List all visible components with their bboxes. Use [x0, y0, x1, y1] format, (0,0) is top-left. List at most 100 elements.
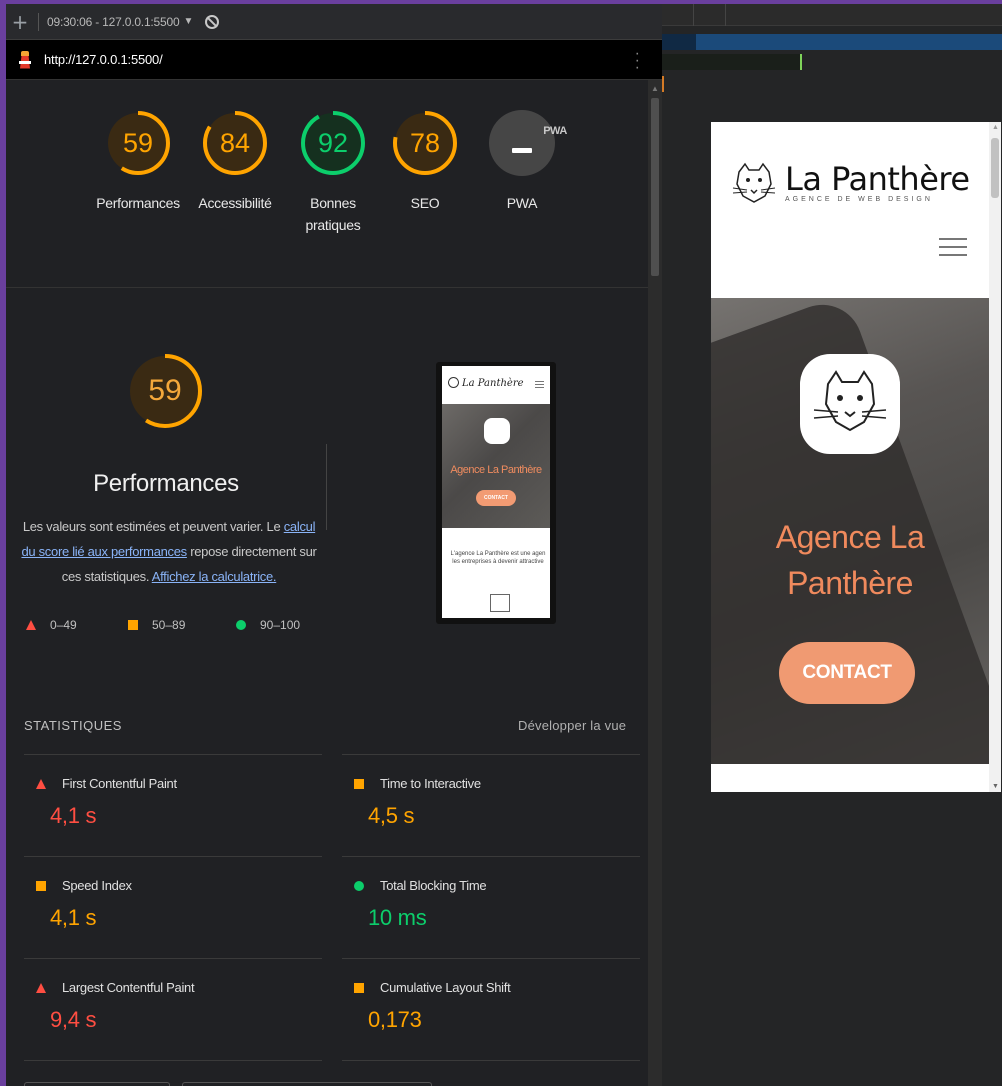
metric-speed-index: Speed Index 4,1 s	[24, 878, 324, 931]
timeline-marker	[662, 76, 664, 92]
expand-view-toggle[interactable]: Développer la vue	[518, 718, 626, 733]
metrics-heading: STATISTIQUES	[24, 718, 122, 733]
metric-name: Speed Index	[62, 878, 132, 893]
hero-title-line: Panthère	[787, 565, 913, 601]
metric-name: First Contentful Paint	[62, 776, 177, 791]
panther-logo-icon	[484, 418, 510, 444]
calculator-link[interactable]: Affichez la calculatrice.	[152, 569, 277, 584]
performance-gauge: 59	[126, 352, 204, 430]
performance-title: Performances	[93, 470, 239, 497]
metric-value: 10 ms	[368, 905, 427, 930]
metric-divider	[24, 754, 322, 755]
metric-value: 0,173	[368, 1007, 422, 1032]
site-tagline: AGENCE DE WEB DESIGN	[785, 196, 933, 203]
report-url-bar: http://127.0.0.1:5500/ · · ·	[6, 40, 662, 80]
gauge-label: Bonnes pratiques	[305, 195, 361, 233]
timeline-frame-bar	[662, 54, 802, 70]
menu-icon	[535, 381, 544, 388]
thumbnail-hero: Agence La Panthère CONTACT	[442, 404, 550, 528]
more-vert-icon[interactable]: · · ·	[635, 46, 640, 76]
performance-description: Les valeurs sont estimées et peuvent var…	[16, 514, 322, 589]
site-header: La Panthère AGENCE DE WEB DESIGN	[711, 122, 989, 298]
metric-tti: Time to Interactive 4,5 s	[342, 776, 642, 829]
legend-fail: 0–49	[26, 618, 77, 632]
metric-value: 4,1 s	[50, 905, 97, 930]
metric-divider	[24, 856, 322, 857]
clear-reports-icon[interactable]	[205, 14, 220, 29]
average-square-icon	[354, 982, 364, 993]
hero-logo	[800, 354, 900, 454]
report-url[interactable]: http://127.0.0.1:5500/	[44, 52, 163, 67]
gauge-ring: 92	[300, 110, 366, 176]
fail-triangle-icon	[36, 982, 46, 993]
metric-filter-buttons	[24, 1082, 432, 1086]
hero-title-line: Agence La	[775, 519, 925, 555]
metric-divider	[24, 1060, 322, 1061]
scrollbar-thumb[interactable]	[991, 138, 999, 198]
gauge-score: 92	[317, 128, 349, 158]
gauge-score: 84	[219, 128, 251, 158]
report-toolbar: + 09:30:06 - 127.0.0.1:5500 ▼	[6, 4, 662, 40]
thumbnail-contact-button: CONTACT	[476, 490, 516, 506]
metric-name: Largest Contentful Paint	[62, 980, 195, 995]
pass-circle-icon	[354, 880, 364, 891]
final-screenshot[interactable]: La Panthère Agence La Panthère CONTACT L…	[436, 362, 556, 624]
legend-pass: 90–100	[236, 618, 300, 632]
thumbnail-text-line: L'agence La Panthère est une agen	[450, 551, 546, 557]
filter-button[interactable]	[182, 1082, 432, 1086]
metric-value: 4,1 s	[50, 803, 97, 828]
pwa-badge-text: PWA	[543, 125, 567, 137]
gauge-label: PWA	[506, 195, 538, 211]
metric-value: 4,5 s	[368, 803, 415, 828]
pwa-dash-icon	[512, 148, 532, 153]
hamburger-menu-icon[interactable]	[939, 238, 967, 256]
legend-label: 0–49	[50, 618, 77, 632]
screenshot-content: La Panthère Agence La Panthère CONTACT L…	[442, 366, 550, 618]
scroll-up-icon[interactable]: ▲	[651, 84, 659, 93]
layout-icon	[490, 594, 510, 612]
metric-divider	[24, 958, 322, 959]
timeline-network-bar	[662, 34, 1002, 50]
mobile-preview: La Panthère AGENCE DE WEB DESIGN Agence …	[711, 122, 1001, 792]
scrollbar-thumb[interactable]	[651, 98, 659, 276]
page-preview-pane: La Panthère AGENCE DE WEB DESIGN Agence …	[662, 4, 1002, 1086]
lighthouse-icon	[18, 50, 32, 69]
preview-scrollbar[interactable]: ▲ ▼	[989, 122, 1001, 792]
scroll-down-icon[interactable]: ▼	[992, 783, 999, 790]
toolbar-separator	[38, 12, 39, 31]
gauge-score: 78	[409, 128, 441, 158]
average-square-icon	[128, 620, 138, 630]
metric-name: Total Blocking Time	[380, 878, 487, 893]
fail-triangle-icon	[36, 778, 46, 789]
thumbnail-logo: La Panthère	[462, 378, 524, 389]
thumbnail-text: L'agence La Panthère est une agen les en…	[442, 528, 550, 566]
panther-logo-icon	[813, 370, 887, 432]
performance-score: 59	[148, 374, 182, 407]
new-report-button[interactable]: +	[6, 10, 34, 34]
legend-average: 50–89	[128, 618, 185, 632]
filter-button[interactable]	[24, 1082, 170, 1086]
metric-fcp: First Contentful Paint 4,1 s	[24, 776, 324, 829]
metric-divider	[342, 856, 640, 857]
thumbnail-hero-title: Agence La Panthère	[450, 464, 542, 476]
metric-name: Cumulative Layout Shift	[380, 980, 511, 995]
metric-name: Time to Interactive	[380, 776, 481, 791]
site-logo-text[interactable]: La Panthère	[785, 160, 970, 198]
metric-lcp: Largest Contentful Paint 9,4 s	[24, 980, 324, 1033]
chevron-down-icon[interactable]: ▼	[183, 16, 193, 27]
contact-button[interactable]: CONTACT	[779, 642, 915, 704]
report-scrollbar[interactable]: ▲	[648, 80, 662, 1086]
gauge-pwa[interactable]: PWA PWA	[462, 110, 582, 214]
gauge-ring: 84	[202, 110, 268, 176]
timeline-ruler	[662, 4, 1002, 26]
legend-label: 50–89	[152, 618, 186, 632]
metric-divider	[342, 958, 640, 959]
pwa-badge: PWA	[489, 110, 567, 176]
metric-divider	[342, 1060, 640, 1061]
description-text: Les valeurs sont estimées et peuvent var…	[22, 519, 284, 534]
pass-circle-icon	[236, 620, 246, 630]
report-selector[interactable]: 09:30:06 - 127.0.0.1:5500	[47, 15, 180, 29]
gauge-score: 59	[122, 128, 154, 158]
scroll-up-icon[interactable]: ▲	[992, 124, 999, 131]
thumbnail-text-line: les entreprises à devenir attractive	[452, 559, 544, 565]
